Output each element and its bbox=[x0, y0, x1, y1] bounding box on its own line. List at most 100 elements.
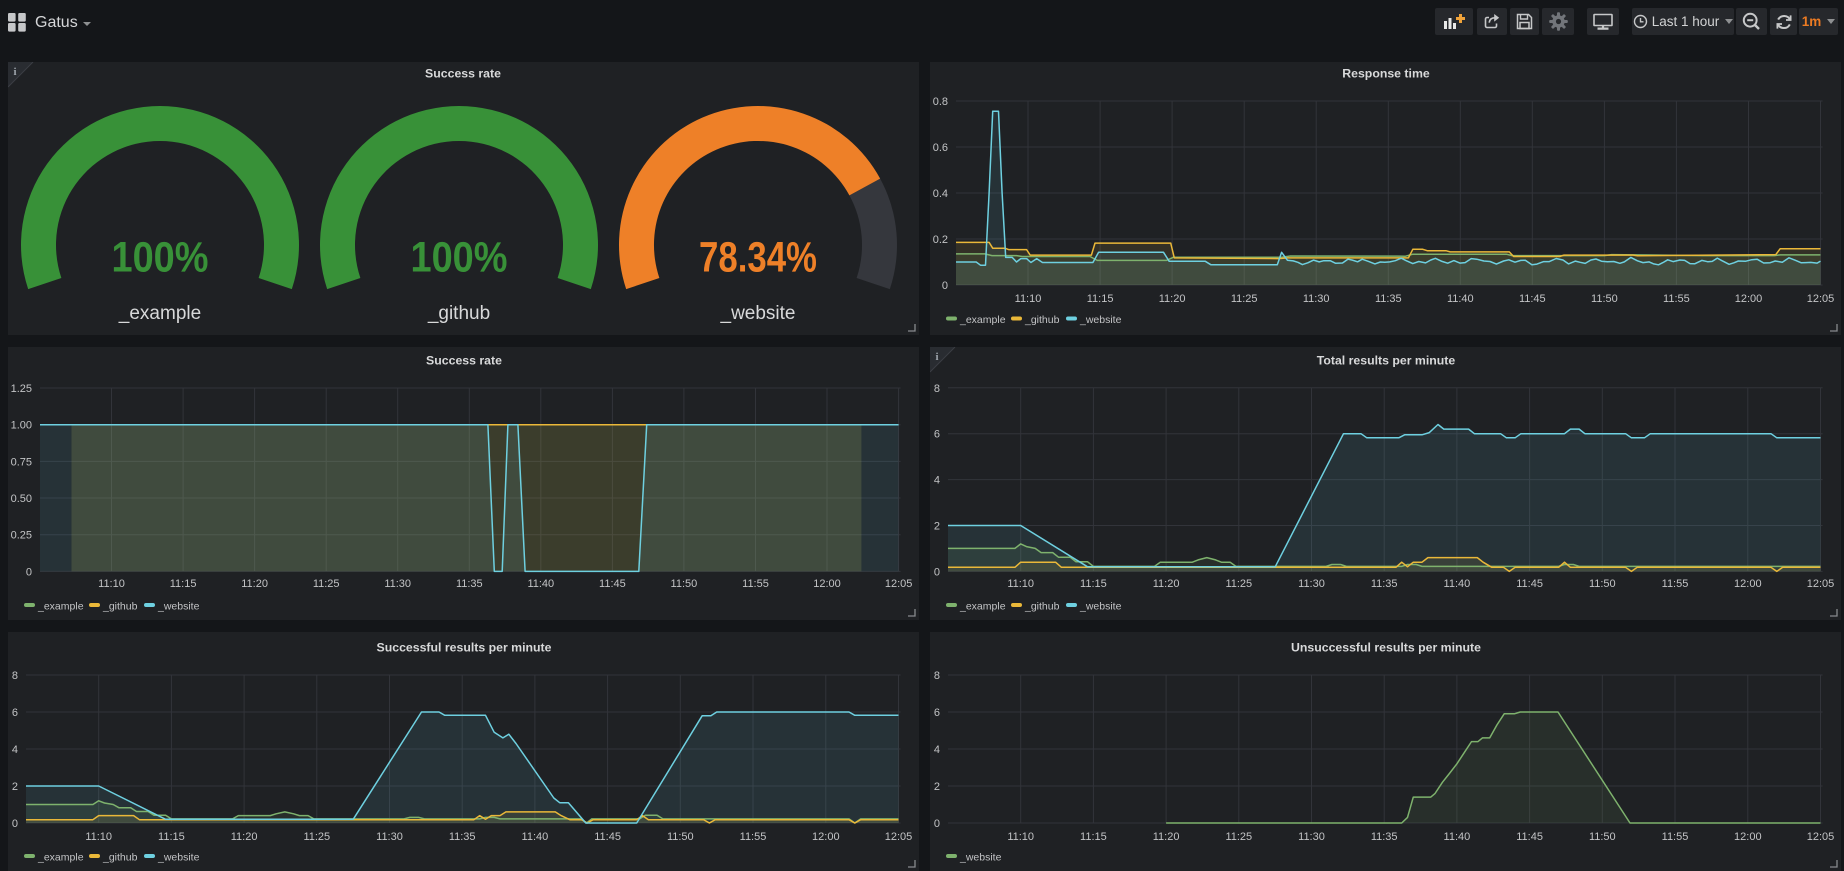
svg-text:11:30: 11:30 bbox=[1298, 831, 1325, 843]
svg-text:11:50: 11:50 bbox=[1589, 831, 1616, 843]
svg-text:Response time: Response time bbox=[1342, 66, 1430, 80]
svg-text:0: 0 bbox=[26, 566, 32, 578]
svg-text:11:55: 11:55 bbox=[740, 831, 767, 843]
svg-text:11:45: 11:45 bbox=[1516, 831, 1543, 843]
svg-text:1.25: 1.25 bbox=[11, 383, 32, 395]
svg-text:0: 0 bbox=[12, 818, 18, 830]
svg-text:12:05: 12:05 bbox=[885, 578, 913, 590]
svg-text:1.00: 1.00 bbox=[11, 420, 32, 432]
svg-text:_github: _github bbox=[102, 600, 138, 612]
svg-text:12:00: 12:00 bbox=[1735, 293, 1763, 305]
svg-text:0: 0 bbox=[934, 818, 940, 830]
svg-text:11:30: 11:30 bbox=[384, 578, 411, 590]
svg-text:_github: _github bbox=[1024, 600, 1060, 612]
svg-text:12:00: 12:00 bbox=[1734, 578, 1762, 590]
svg-text:2: 2 bbox=[12, 781, 18, 793]
svg-text:12:00: 12:00 bbox=[812, 831, 840, 843]
svg-text:0.4: 0.4 bbox=[933, 188, 948, 200]
svg-text:11:15: 11:15 bbox=[1087, 293, 1114, 305]
svg-text:11:50: 11:50 bbox=[1589, 578, 1616, 590]
svg-text:11:45: 11:45 bbox=[599, 578, 626, 590]
svg-text:0.2: 0.2 bbox=[933, 234, 948, 246]
svg-text:6: 6 bbox=[12, 707, 18, 719]
svg-text:12:05: 12:05 bbox=[1807, 293, 1835, 305]
svg-text:11:45: 11:45 bbox=[1519, 293, 1546, 305]
svg-text:11:55: 11:55 bbox=[1662, 831, 1689, 843]
svg-text:_website: _website bbox=[959, 851, 1002, 863]
svg-text:_website: _website bbox=[157, 600, 200, 612]
svg-text:11:10: 11:10 bbox=[1007, 831, 1034, 843]
svg-text:_github: _github bbox=[1024, 314, 1060, 326]
svg-text:11:10: 11:10 bbox=[85, 831, 112, 843]
svg-text:i: i bbox=[13, 66, 16, 78]
svg-text:11:40: 11:40 bbox=[1447, 293, 1474, 305]
svg-text:11:50: 11:50 bbox=[671, 578, 698, 590]
svg-text:12:05: 12:05 bbox=[1807, 831, 1835, 843]
svg-text:_website: _website bbox=[1079, 314, 1122, 326]
svg-text:8: 8 bbox=[12, 670, 18, 682]
svg-text:11:20: 11:20 bbox=[1159, 293, 1186, 305]
svg-text:11:25: 11:25 bbox=[303, 831, 330, 843]
svg-text:_website: _website bbox=[720, 303, 796, 324]
svg-text:2: 2 bbox=[934, 520, 940, 532]
svg-text:_website: _website bbox=[157, 851, 200, 863]
svg-text:11:20: 11:20 bbox=[1153, 831, 1180, 843]
svg-text:11:15: 11:15 bbox=[170, 578, 197, 590]
svg-text:11:35: 11:35 bbox=[1371, 831, 1398, 843]
svg-text:11:20: 11:20 bbox=[241, 578, 268, 590]
svg-text:11:50: 11:50 bbox=[667, 831, 694, 843]
svg-text:11:35: 11:35 bbox=[456, 578, 483, 590]
svg-text:11:10: 11:10 bbox=[1015, 293, 1042, 305]
svg-text:0.25: 0.25 bbox=[11, 530, 32, 542]
svg-text:11:55: 11:55 bbox=[1663, 293, 1690, 305]
svg-text:8: 8 bbox=[934, 383, 940, 395]
svg-text:100%: 100% bbox=[411, 234, 508, 281]
svg-text:_example: _example bbox=[37, 600, 84, 612]
svg-text:11:15: 11:15 bbox=[1080, 831, 1107, 843]
svg-text:78.34%: 78.34% bbox=[699, 234, 817, 281]
svg-text:_github: _github bbox=[427, 303, 490, 324]
svg-text:11:15: 11:15 bbox=[1080, 578, 1107, 590]
svg-text:11:25: 11:25 bbox=[1225, 831, 1252, 843]
svg-text:Successful results per minute: Successful results per minute bbox=[377, 640, 552, 654]
svg-text:8: 8 bbox=[934, 670, 940, 682]
svg-text:0.75: 0.75 bbox=[11, 456, 32, 468]
svg-text:11:40: 11:40 bbox=[1444, 831, 1471, 843]
svg-text:11:25: 11:25 bbox=[1231, 293, 1258, 305]
svg-text:11:40: 11:40 bbox=[1444, 578, 1471, 590]
svg-text:11:55: 11:55 bbox=[1662, 578, 1689, 590]
svg-text:_example: _example bbox=[118, 303, 201, 324]
svg-text:_github: _github bbox=[102, 851, 138, 863]
svg-text:12:05: 12:05 bbox=[885, 831, 913, 843]
svg-text:_example: _example bbox=[37, 851, 84, 863]
svg-text:0.6: 0.6 bbox=[933, 142, 948, 154]
svg-text:11:30: 11:30 bbox=[376, 831, 403, 843]
svg-text:_example: _example bbox=[959, 600, 1006, 612]
svg-text:0: 0 bbox=[934, 566, 940, 578]
svg-text:12:00: 12:00 bbox=[813, 578, 841, 590]
svg-text:11:55: 11:55 bbox=[742, 578, 769, 590]
svg-text:11:25: 11:25 bbox=[313, 578, 340, 590]
svg-text:11:45: 11:45 bbox=[1516, 578, 1543, 590]
svg-text:Total results per minute: Total results per minute bbox=[1317, 353, 1456, 367]
svg-text:11:35: 11:35 bbox=[449, 831, 476, 843]
svg-text:11:30: 11:30 bbox=[1303, 293, 1330, 305]
svg-text:11:45: 11:45 bbox=[594, 831, 621, 843]
svg-text:11:25: 11:25 bbox=[1225, 578, 1252, 590]
svg-text:12:05: 12:05 bbox=[1807, 578, 1835, 590]
svg-text:_example: _example bbox=[959, 314, 1006, 326]
svg-text:11:15: 11:15 bbox=[158, 831, 185, 843]
svg-text:11:40: 11:40 bbox=[522, 831, 549, 843]
svg-text:100%: 100% bbox=[112, 234, 209, 281]
svg-text:Success rate: Success rate bbox=[425, 66, 501, 80]
svg-text:11:30: 11:30 bbox=[1298, 578, 1325, 590]
svg-text:11:10: 11:10 bbox=[1007, 578, 1034, 590]
svg-text:4: 4 bbox=[12, 744, 18, 756]
svg-text:6: 6 bbox=[934, 429, 940, 441]
svg-text:0: 0 bbox=[942, 280, 948, 292]
svg-text:11:35: 11:35 bbox=[1371, 578, 1398, 590]
svg-text:2: 2 bbox=[934, 781, 940, 793]
svg-text:i: i bbox=[935, 351, 938, 363]
svg-text:_website: _website bbox=[1079, 600, 1122, 612]
svg-text:12:00: 12:00 bbox=[1734, 831, 1762, 843]
